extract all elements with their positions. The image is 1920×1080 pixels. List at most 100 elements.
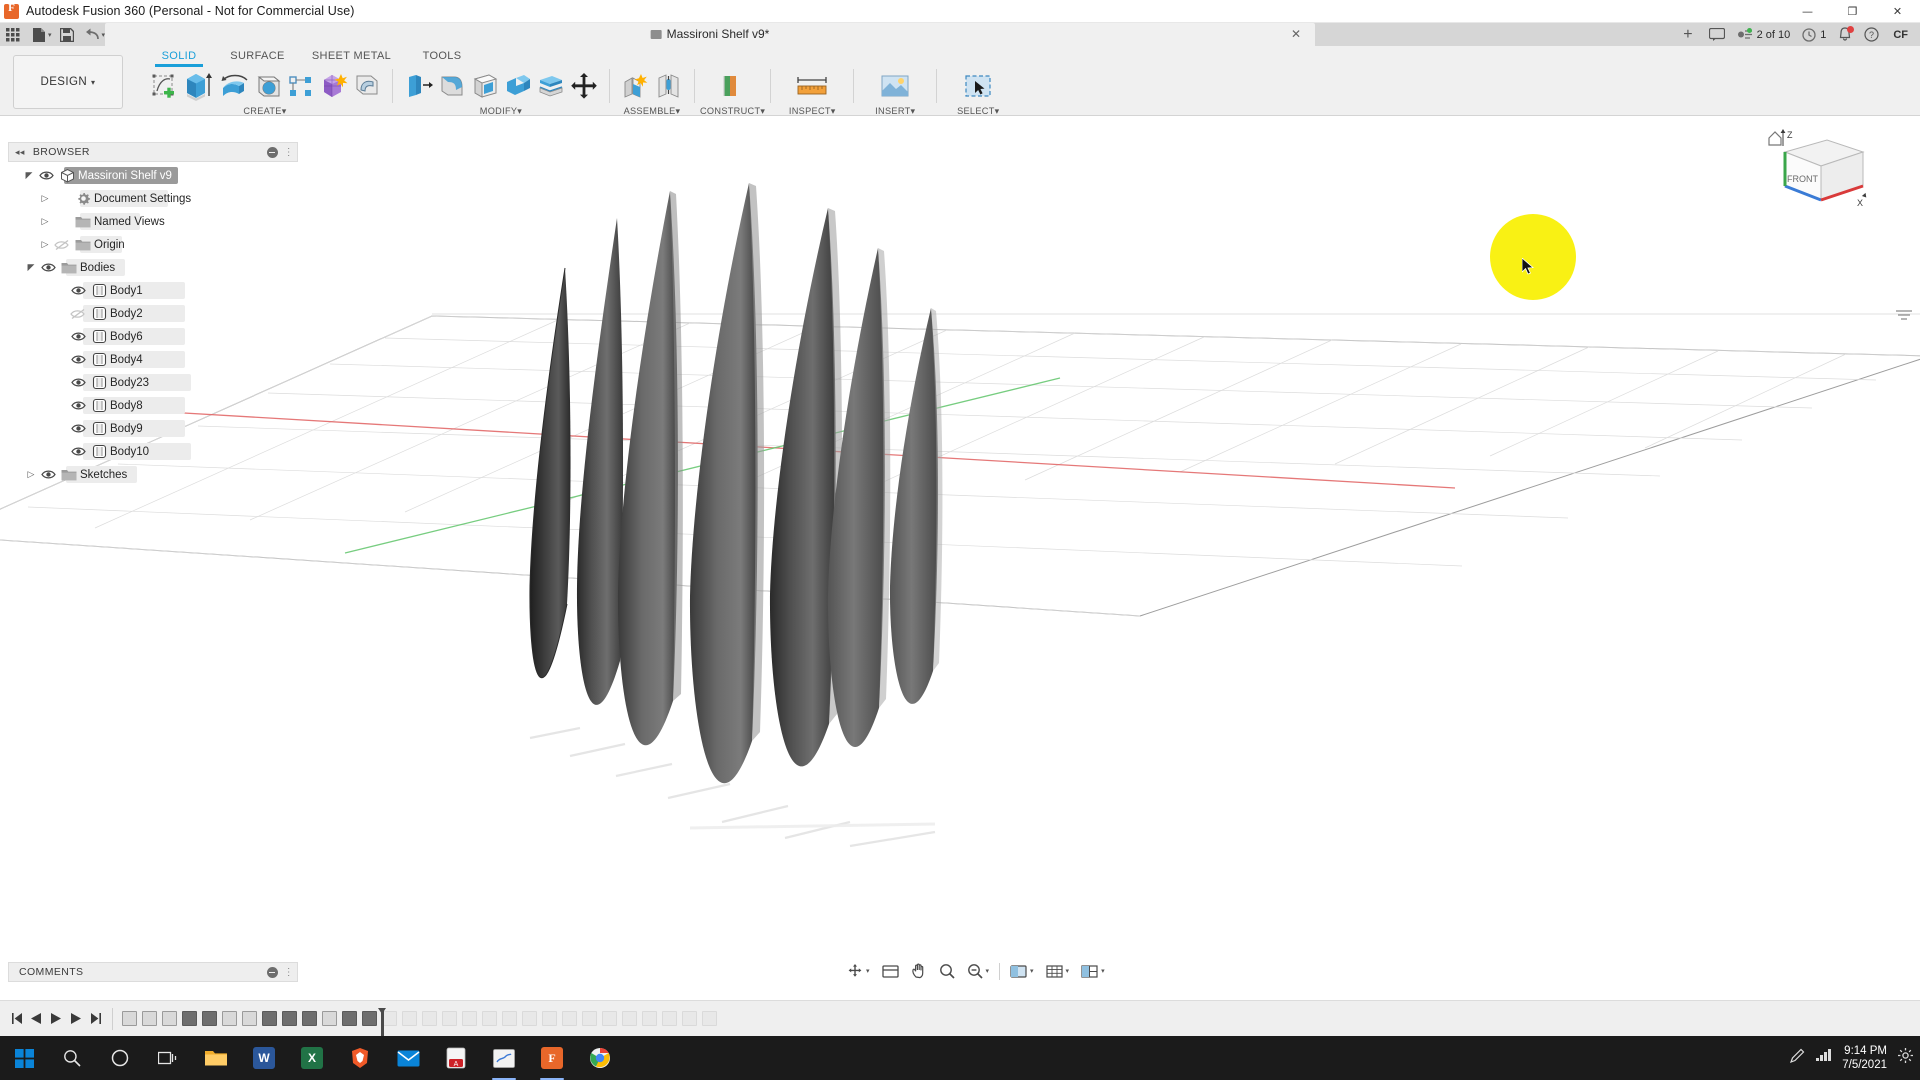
microsoft-word-icon[interactable]: W [240, 1036, 288, 1080]
window-minimize-button[interactable]: — [1785, 0, 1830, 23]
timeline-feature-11[interactable] [319, 1008, 339, 1030]
pan-button[interactable] [905, 958, 933, 984]
timeline-feature-26[interactable] [619, 1008, 639, 1030]
timeline-last-icon[interactable] [86, 1001, 106, 1037]
twist-named-views[interactable]: ▷ [38, 216, 52, 227]
timeline-feature-8[interactable] [259, 1008, 279, 1030]
tree-row-root[interactable]: ◤ Massironi Shelf v9 [8, 164, 298, 187]
timeline-feature-5[interactable] [199, 1008, 219, 1030]
joint-icon[interactable] [652, 66, 685, 106]
timeline-feature-13[interactable] [359, 1008, 379, 1030]
tree-row-origin[interactable]: ▷ Origin [8, 233, 298, 256]
timeline-feature-9[interactable] [279, 1008, 299, 1030]
data-panel-icon[interactable] [1703, 23, 1731, 46]
ribbon-group-select-label[interactable]: SELECT▾ [942, 106, 1014, 116]
visibility-eye-bodies[interactable] [38, 262, 58, 273]
timeline-feature-25[interactable] [599, 1008, 619, 1030]
fusion360-icon[interactable]: F [528, 1036, 576, 1080]
press-pull-icon[interactable] [402, 66, 435, 106]
tree-row-named-views[interactable]: ▷ Named Views [8, 210, 298, 233]
visibility-eye-body2[interactable] [68, 308, 88, 320]
apps-grid-icon[interactable] [0, 23, 26, 46]
tree-row-document-settings[interactable]: ▷ Document Settings [8, 187, 298, 210]
visibility-eye-body4[interactable] [68, 354, 88, 365]
visibility-eye-body23[interactable] [68, 377, 88, 388]
timeline-feature-27[interactable] [639, 1008, 659, 1030]
tab-sheet-metal[interactable]: SHEET METAL [300, 46, 403, 62]
tree-row-body9[interactable]: Body9 [8, 417, 298, 440]
extrude-icon[interactable] [180, 66, 218, 106]
notifications-button[interactable] [1832, 23, 1858, 46]
insert-mcmaster-icon[interactable] [876, 66, 914, 106]
timeline-feature-2[interactable] [139, 1008, 159, 1030]
tree-row-body2[interactable]: Body2 [8, 302, 298, 325]
twist-sketches[interactable]: ▷ [24, 469, 38, 480]
timeline-feature-16[interactable] [419, 1008, 439, 1030]
timeline-feature-29[interactable] [679, 1008, 699, 1030]
jobs-status-button[interactable]: 2 of 10 [1731, 23, 1797, 46]
timeline-feature-7[interactable] [239, 1008, 259, 1030]
browser-collapse-icon[interactable]: ◂◂ [15, 147, 25, 158]
tree-row-body1[interactable]: Body1 [8, 279, 298, 302]
sweep-icon[interactable] [251, 66, 284, 106]
timeline-feature-22[interactable] [539, 1008, 559, 1030]
timeline-feature-17[interactable] [439, 1008, 459, 1030]
help-button[interactable]: ? [1858, 23, 1885, 46]
task-view-icon[interactable] [144, 1036, 192, 1080]
timeline-feature-10[interactable] [299, 1008, 319, 1030]
display-settings-button[interactable]: ▾ [1004, 958, 1040, 984]
visibility-eye-origin[interactable] [52, 239, 72, 251]
ribbon-group-assemble-label[interactable]: ASSEMBLE▾ [615, 106, 689, 116]
timeline-feature-4[interactable] [179, 1008, 199, 1030]
fillet-icon[interactable] [435, 66, 468, 106]
visibility-eye-root[interactable] [36, 170, 56, 181]
visibility-eye-body1[interactable] [68, 285, 88, 296]
tab-tools[interactable]: TOOLS [403, 46, 481, 62]
grid-snaps-button[interactable]: ▾ [1040, 958, 1076, 984]
timeline-feature-15[interactable] [399, 1008, 419, 1030]
browser-resize-grip[interactable]: ⋮ [284, 147, 294, 158]
orbit-button[interactable]: ▾ [840, 958, 876, 984]
activate-component-radio[interactable] [180, 169, 193, 182]
add-tab-button[interactable]: + [1673, 23, 1702, 46]
adobe-acrobat-icon[interactable]: A [432, 1036, 480, 1080]
ribbon-group-inspect-label[interactable]: INSPECT▾ [776, 106, 848, 116]
timeline-next-icon[interactable] [66, 1001, 86, 1037]
visibility-eye-body9[interactable] [68, 423, 88, 434]
action-center-icon[interactable] [1897, 1047, 1914, 1069]
twist-root[interactable]: ◤ [22, 170, 36, 181]
timeline-feature-3[interactable] [159, 1008, 179, 1030]
workspace-switcher-button[interactable]: DESIGN ▾ [13, 55, 123, 109]
twist-bodies[interactable]: ◤ [24, 262, 38, 273]
timeline-feature-1[interactable] [119, 1008, 139, 1030]
save-icon[interactable] [54, 23, 80, 46]
document-tab-close-icon[interactable]: ✕ [1291, 27, 1301, 41]
tree-row-body23[interactable]: Body23 [8, 371, 298, 394]
visibility-eye-body8[interactable] [68, 400, 88, 411]
timeline-feature-18[interactable] [459, 1008, 479, 1030]
ribbon-group-construct-label[interactable]: CONSTRUCT▾ [700, 106, 765, 116]
visibility-eye-body6[interactable] [68, 331, 88, 342]
timeline-feature-12[interactable] [339, 1008, 359, 1030]
timeline-feature-20[interactable] [499, 1008, 519, 1030]
view-cube[interactable]: Z FRONT X [1765, 124, 1875, 224]
select-icon[interactable] [959, 66, 997, 106]
viewports-button[interactable]: ▾ [1075, 958, 1111, 984]
ribbon-group-create-label[interactable]: CREATE▾ [143, 106, 387, 116]
document-tab[interactable]: Massironi Shelf v9* ✕ [105, 23, 1315, 46]
tree-row-body10[interactable]: Body10 [8, 440, 298, 463]
timeline-prev-icon[interactable] [26, 1001, 46, 1037]
new-component-icon[interactable] [619, 66, 652, 106]
look-at-button[interactable] [876, 958, 905, 984]
timeline-first-icon[interactable] [6, 1001, 26, 1037]
visibility-eye-sketches[interactable] [38, 469, 58, 480]
timeline-feature-30[interactable] [699, 1008, 719, 1030]
loft-icon[interactable] [284, 66, 317, 106]
navigation-settings-icon[interactable] [1894, 306, 1914, 322]
timeline-feature-23[interactable] [559, 1008, 579, 1030]
tree-row-body4[interactable]: Body4 [8, 348, 298, 371]
timeline-feature-6[interactable] [219, 1008, 239, 1030]
zoom-button[interactable] [933, 958, 961, 984]
taskbar-clock[interactable]: 9:14 PM 7/5/2021 [1842, 1044, 1887, 1072]
user-account-button[interactable]: CF [1885, 23, 1916, 46]
